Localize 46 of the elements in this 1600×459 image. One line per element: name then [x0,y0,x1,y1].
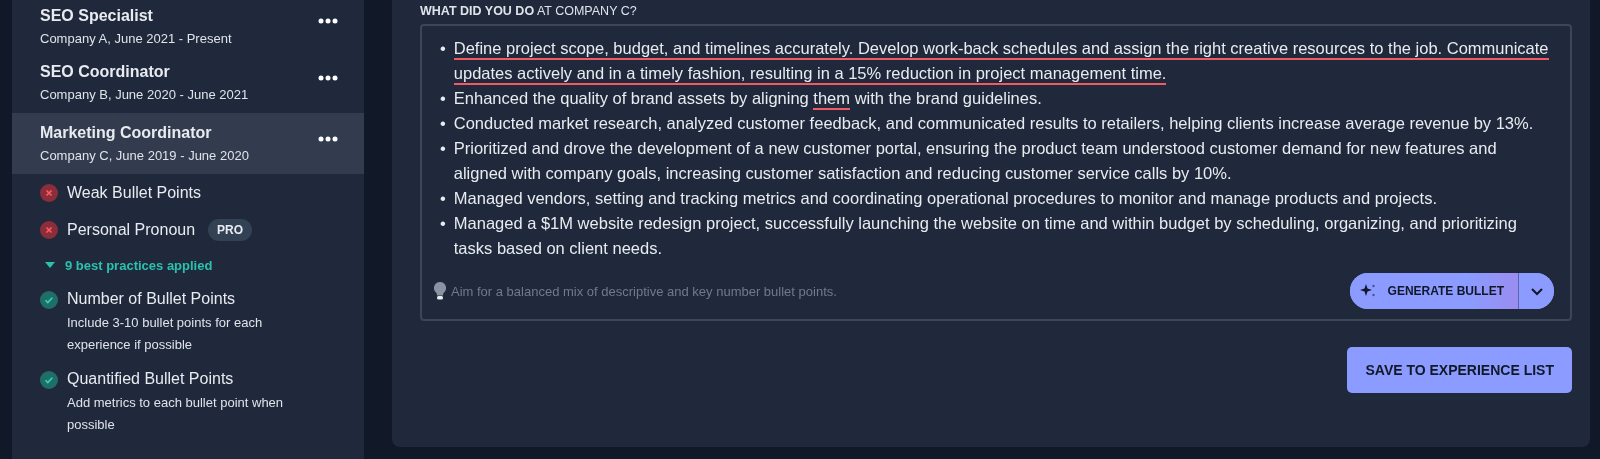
issue-label: Weak Bullet Points [67,183,201,202]
bullet-marker: • [440,88,446,109]
bullet-marker: • [440,213,446,234]
experience-subtitle: Company C, June 2019 - June 2020 [40,148,249,163]
experience-subtitle: Company A, June 2021 - Present [40,30,232,46]
bullet-text: Conducted market research, analyzed customer feedback, and communicated results to retailers, helping clients increase average revenue by 13%. [453,113,1534,134]
check-icon [40,371,58,389]
more-icon[interactable] [318,74,338,81]
experience-subtitle: Company B, June 2020 - June 2021 [40,87,249,102]
bullet-text: Define project scope, budget, and timelines accurately. Develop work-back schedules and assign the right creative resources to the job. Communicate updates actively and in a timely fashion, resulting in a 15% reduction in project management time. [453,36,1554,86]
experience-item[interactable]: Marketing Coordinator Company C, June 2019 - June 2020 [12,113,364,174]
save-button[interactable]: SAVE TO EXPERIENCE LIST [1347,347,1572,393]
bullet-marker: • [440,113,446,134]
bullet-text: Managed a $1M website redesign project, successfully launching the website on time and within budget by scheduling, organizing, and prioritizing tasks based on client needs. [453,213,1518,259]
practice-hint: Include 3-10 bullet points for each experience if possible [67,314,264,354]
practice-hint: Add metrics to each bullet point when possible [67,394,285,434]
lightbulb-icon [434,282,446,300]
experience-title: Marketing Coordinator [40,124,213,142]
experience-item[interactable]: SEO Coordinator Company B, June 2020 - June 2021 [12,52,364,113]
error-icon [40,220,58,239]
question-label: WHAT DID YOU DO AT COMPANY C? [420,4,638,18]
bullet-marker: • [440,138,446,159]
bullet-text: Prioritized and drove the development of a new customer portal, ensuring the product team understood customer demand for new features and aligned with company goals, increasing customer satisfaction and reducing customer service calls by 10%. [453,138,1498,184]
bullet-marker: • [440,188,446,209]
bullet-text: Enhanced the quality of brand assets by aligning them with the brand guidelines. [453,86,1042,111]
practice-label: Quantified Bullet Points [67,370,235,388]
best-practices-toggle[interactable]: 9 best practices applied [12,248,364,282]
practice-label: Number of Bullet Points [67,290,237,308]
bullets-field[interactable] [420,24,1572,321]
dropdown-button[interactable] [1518,273,1554,309]
issue-label: Personal Pronoun [67,220,196,239]
check-icon [40,291,58,309]
experience-item[interactable]: SEO Specialist Company A, June 2021 - Present [12,0,364,52]
caret-icon [44,261,56,269]
generate-bullet-button[interactable]: GENERATE BULLET [1349,273,1518,309]
more-icon[interactable] [318,135,338,142]
error-icon [40,183,58,202]
bullet-marker: • [440,38,446,59]
tip-text: Aim for a balanced mix of descriptive and key number bullet points. [451,283,837,299]
pro-badge: PRO [208,218,253,241]
more-icon[interactable] [318,18,338,24]
experience-title: SEO Coordinator [40,63,171,81]
bullet-text: Managed vendors, setting and tracking metrics and coordinating operational procedures to monitor and manage products and projects. [453,188,1438,209]
sparkle-icon [1359,283,1376,299]
chevron-down-icon [1529,286,1544,296]
experience-title: SEO Specialist [40,6,154,25]
